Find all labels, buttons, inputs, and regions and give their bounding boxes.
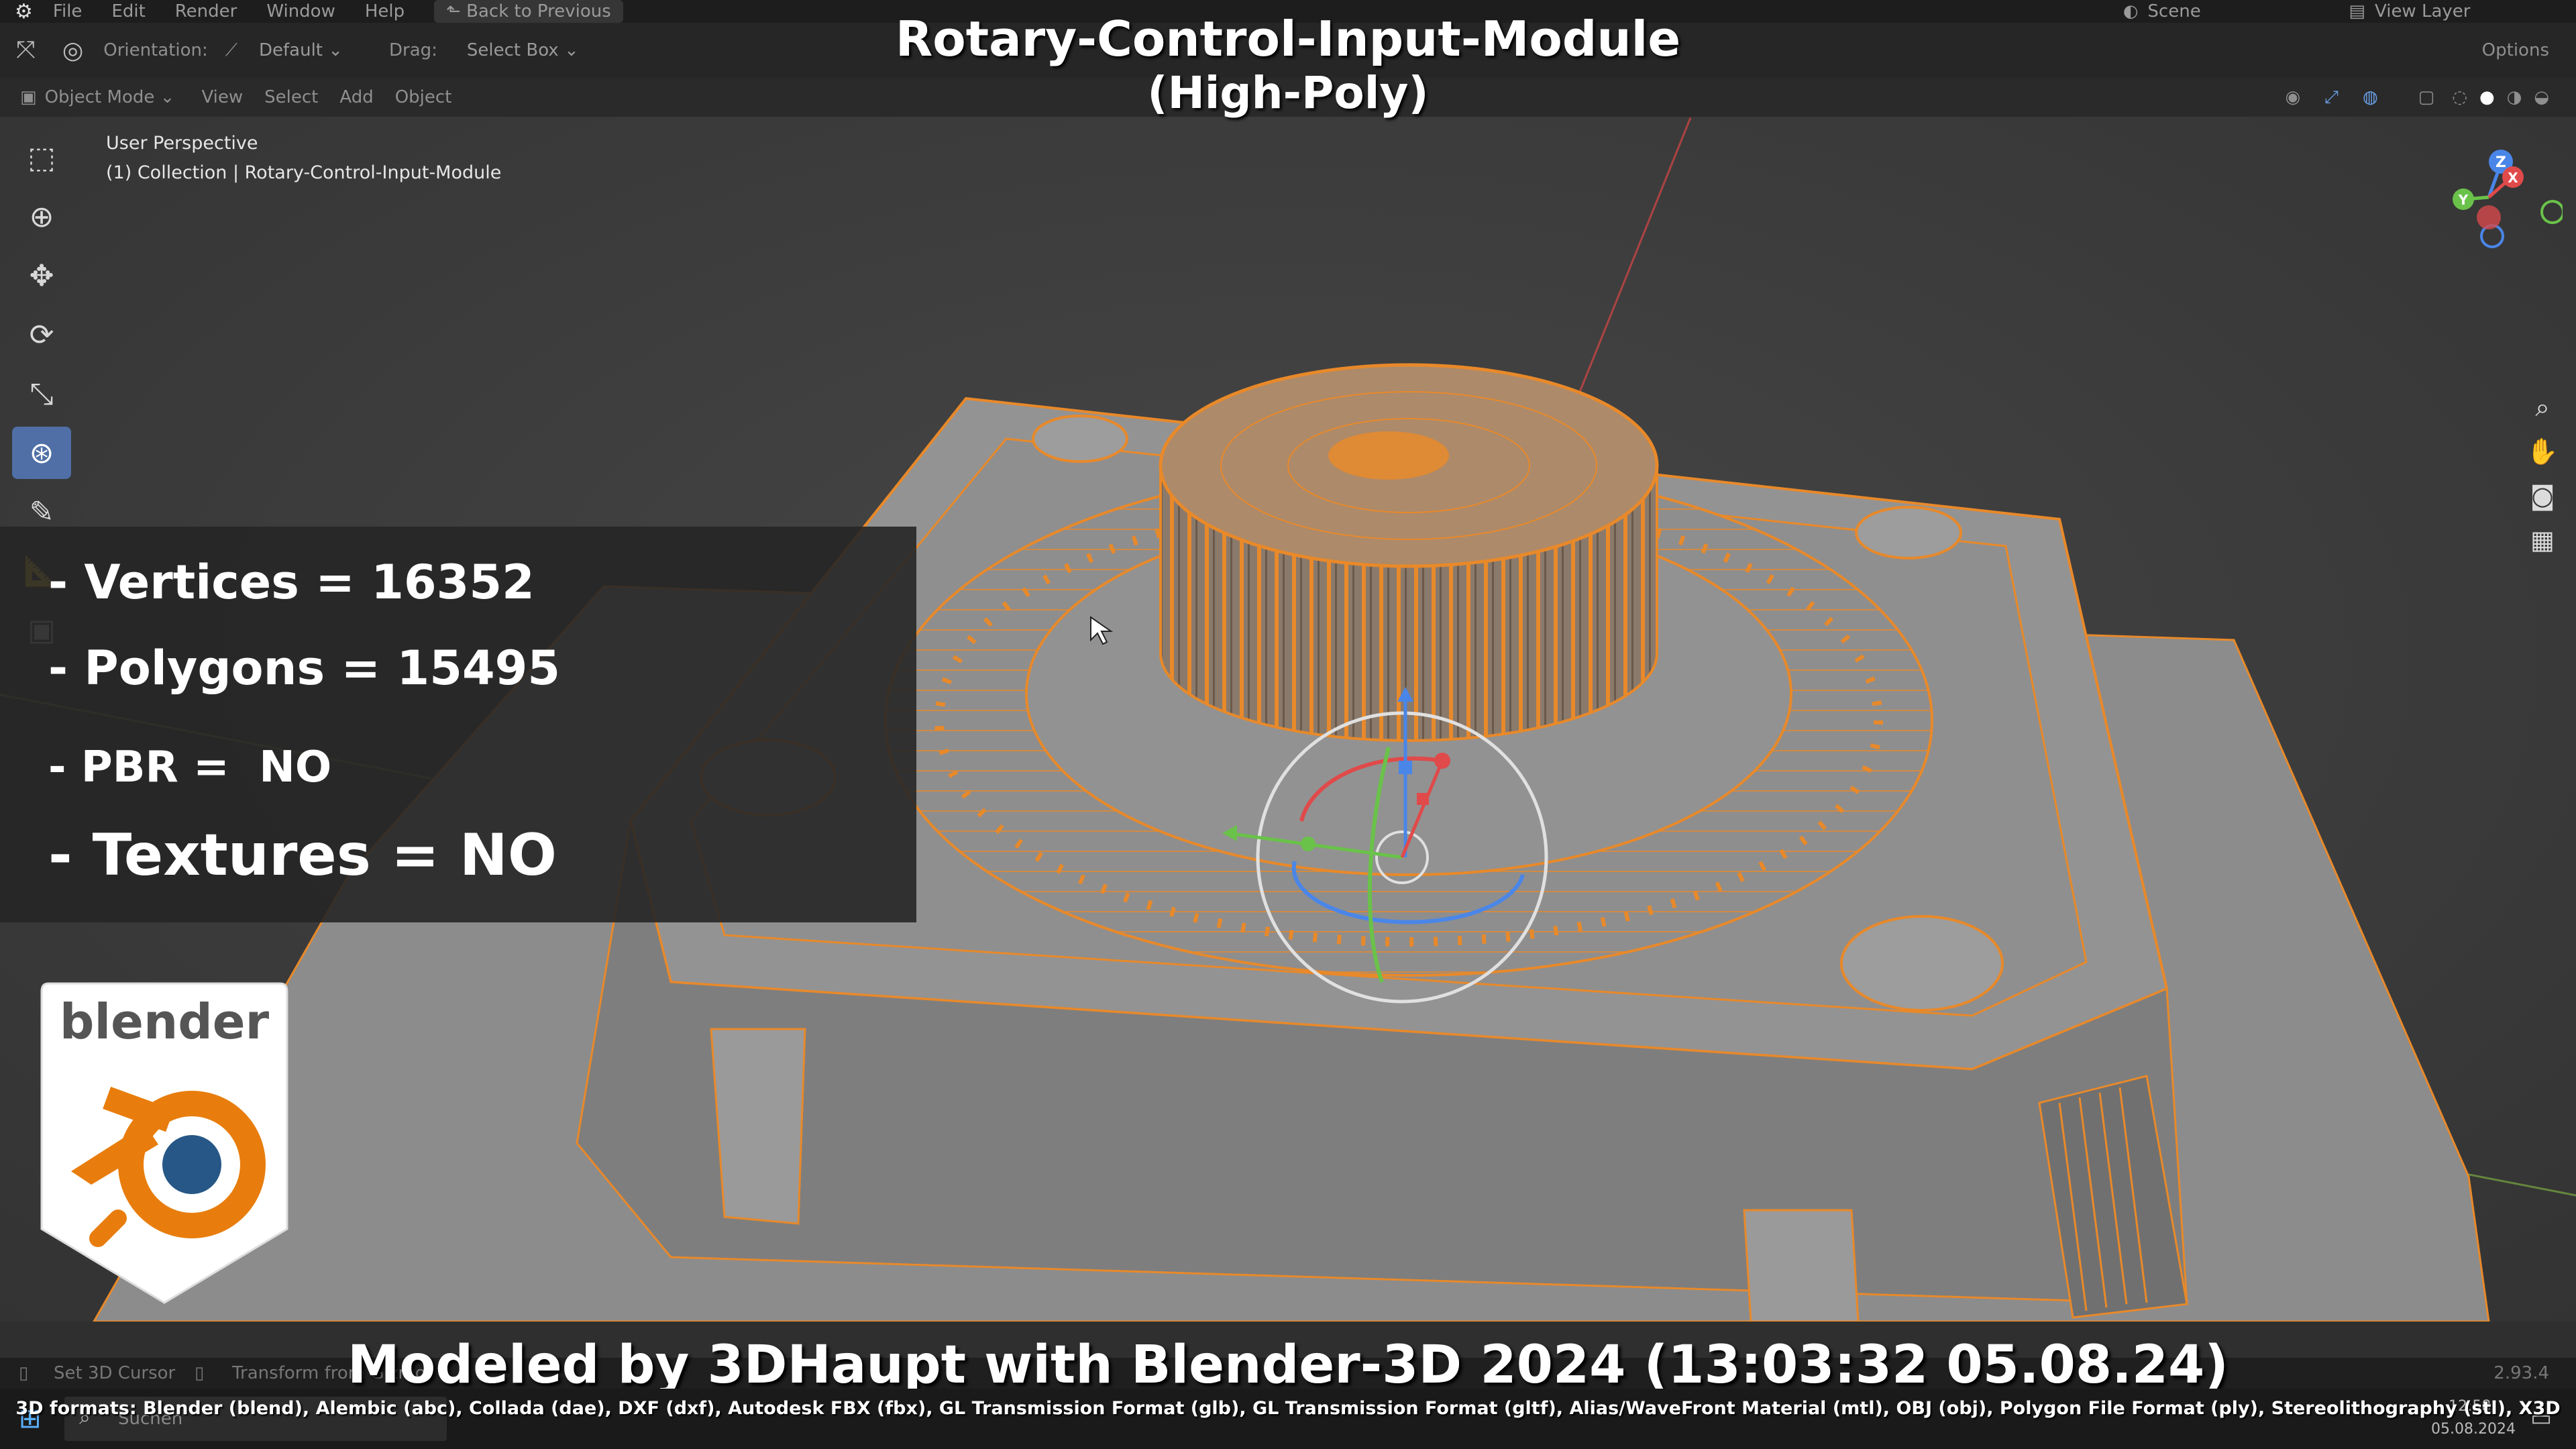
blender-logo: blender: [40, 982, 288, 1304]
grid-perspective-icon[interactable]: ▦: [2524, 518, 2561, 562]
overlay-subtitle: (High-Poly): [1147, 67, 1429, 119]
collection-label: (1) Collection | Rotary-Control-Input-Mo…: [106, 162, 502, 183]
overlay-title: Rotary-Control-Input-Module: [895, 11, 1681, 67]
stats-panel: - Vertices = 16352 - Polygons = 15495 - …: [0, 527, 916, 922]
stat-textures: - Textures = NO: [48, 822, 557, 889]
stat-polygons: - Polygons = 15495: [48, 641, 561, 696]
pan-hand-icon[interactable]: ✋: [2524, 429, 2561, 474]
cursor-tool-icon[interactable]: ⊕: [12, 191, 71, 243]
rotate-tool-icon[interactable]: ⟳: [12, 309, 71, 361]
perspective-label: User Perspective: [106, 133, 258, 154]
viewport-nav-tools: ⌕ ✋ ◙ ▦: [2524, 385, 2561, 562]
zoom-icon[interactable]: ⌕: [2524, 385, 2561, 429]
navigation-gizmo[interactable]: Z Y X: [2415, 123, 2563, 271]
camera-icon[interactable]: ◙: [2524, 474, 2561, 518]
formats-caption: 3D formats: Blender (blend), Alembic (ab…: [15, 1398, 2561, 1419]
transform-tool-icon[interactable]: ⊛: [12, 427, 71, 479]
stat-vertices: - Vertices = 16352: [48, 555, 535, 610]
axis-z-label: Z: [2496, 154, 2506, 171]
select-box-icon[interactable]: ⬚: [12, 131, 71, 184]
clock-date: 05.08.2024: [2431, 1421, 2516, 1438]
credit-caption: Modeled by 3DHaupt with Blender-3D 2024 …: [347, 1335, 2229, 1395]
scale-tool-icon[interactable]: ⤡: [12, 368, 71, 420]
axis-y-label: Y: [2458, 192, 2469, 208]
stat-pbr: - PBR = NO: [48, 743, 332, 792]
blender-logo-text: blender: [60, 994, 270, 1050]
axis-x-label: X: [2508, 170, 2518, 186]
move-tool-icon[interactable]: ✥: [12, 250, 71, 302]
